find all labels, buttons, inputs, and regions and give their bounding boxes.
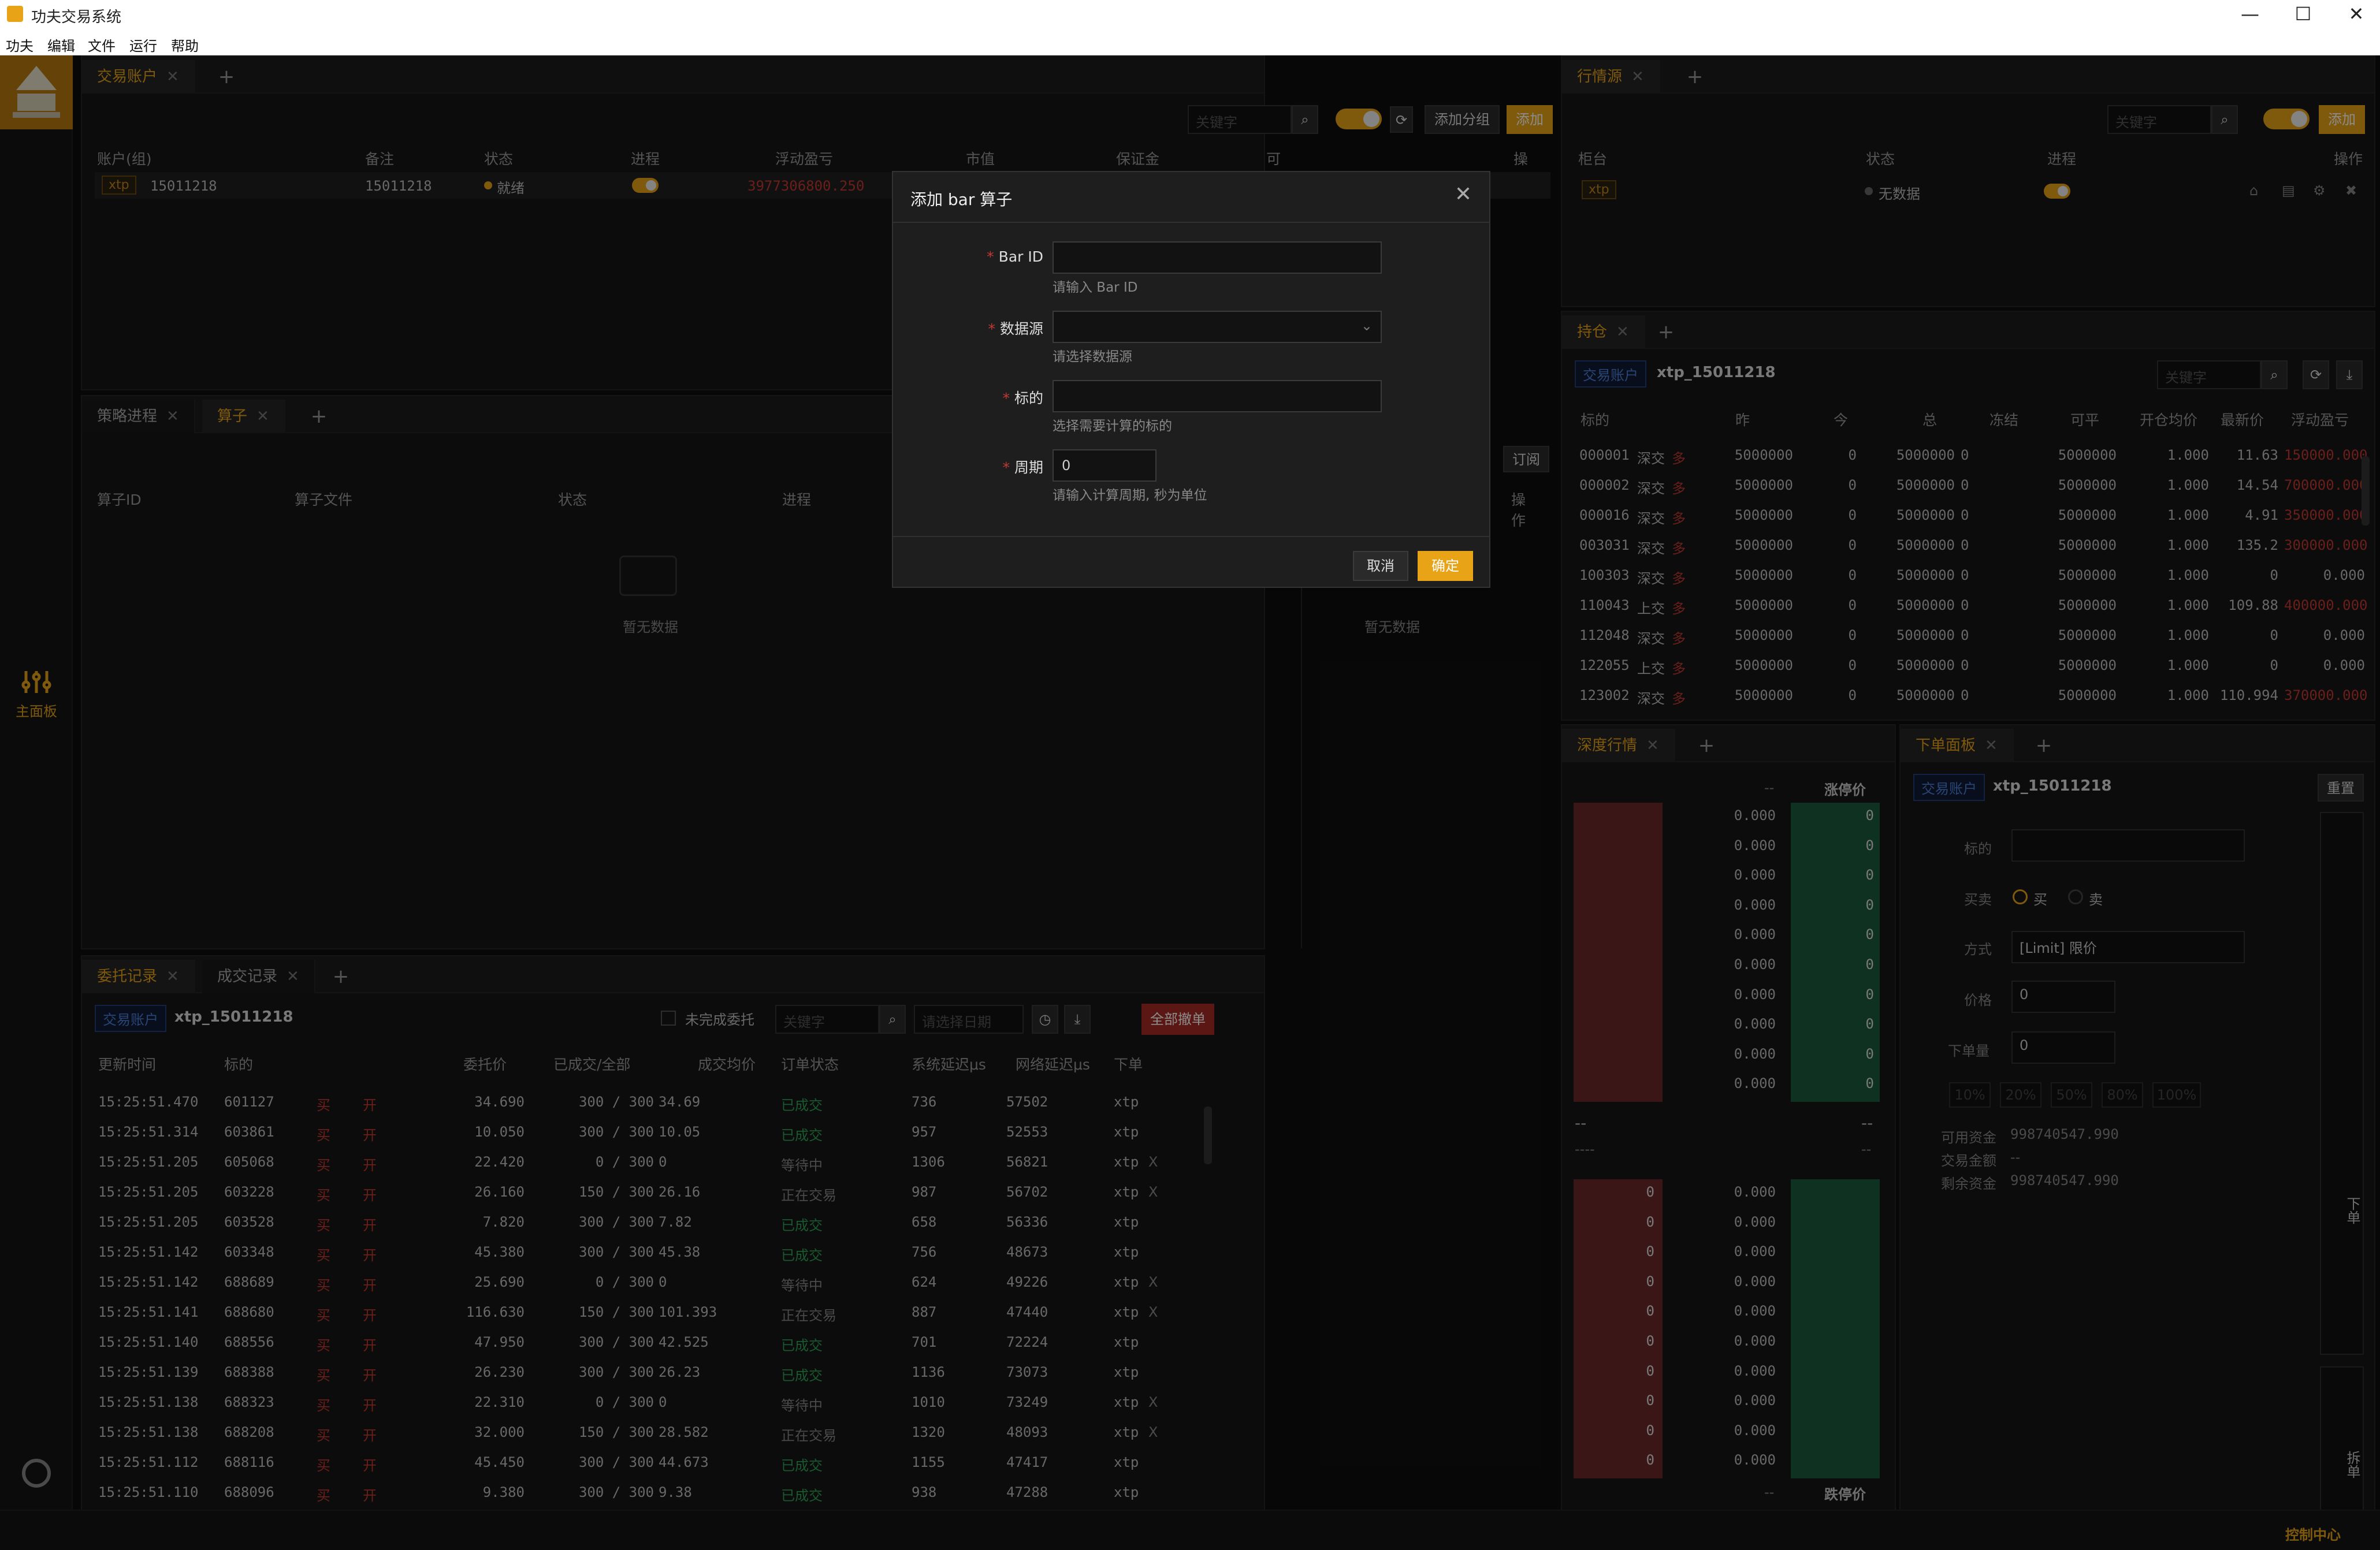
period-input[interactable]: 0 — [1053, 449, 1156, 482]
menu-file[interactable]: 文件 — [88, 35, 116, 55]
dialog-title: 添加 bar 算子 — [910, 190, 1013, 209]
menu-run[interactable]: 运行 — [129, 35, 157, 55]
minimize-button[interactable]: — — [2230, 1, 2270, 28]
menu-help[interactable]: 帮助 — [171, 35, 199, 55]
bar-id-label: * Bar ID — [987, 248, 1043, 265]
dialog-header-divider — [893, 222, 1489, 223]
period-label: * 周期 — [1002, 459, 1043, 476]
chevron-down-icon: ⌄ — [1360, 318, 1373, 334]
menu-kungfu[interactable]: 功夫 — [6, 35, 34, 55]
symbol-field-label: * 标的 — [1002, 390, 1043, 407]
dialog-close-icon[interactable]: ✕ — [1455, 182, 1472, 206]
app-logo-icon — [7, 6, 23, 22]
dialog-ok-button[interactable]: 确定 — [1418, 551, 1473, 581]
menu-edit[interactable]: 编辑 — [47, 35, 75, 55]
menu-bar: 功夫 编辑 文件 运行 帮助 — [0, 29, 2380, 55]
add-bar-operator-dialog: 添加 bar 算子 ✕ * Bar ID 请输入 Bar ID * 数据源 ⌄ 请选… — [892, 171, 1490, 588]
data-source-hint: 请选择数据源 — [1053, 349, 1132, 364]
period-hint: 请输入计算周期, 秒为单位 — [1053, 488, 1207, 503]
bar-id-hint: 请输入 Bar ID — [1053, 280, 1138, 295]
window-title: 功夫交易系统 — [31, 9, 122, 26]
dialog-cancel-button[interactable]: 取消 — [1353, 551, 1408, 581]
close-button[interactable]: ✕ — [2336, 1, 2377, 28]
data-source-select[interactable]: ⌄ — [1053, 311, 1382, 343]
maximize-button[interactable]: ☐ — [2283, 1, 2323, 28]
symbol-field-input[interactable] — [1053, 380, 1382, 412]
symbol-field-hint: 选择需要计算的标的 — [1053, 419, 1172, 434]
dialog-footer-divider — [893, 536, 1489, 537]
title-bar: 功夫交易系统 — ☐ ✕ — [0, 0, 2380, 29]
data-source-label: * 数据源 — [988, 321, 1043, 337]
bar-id-input[interactable] — [1053, 241, 1382, 274]
